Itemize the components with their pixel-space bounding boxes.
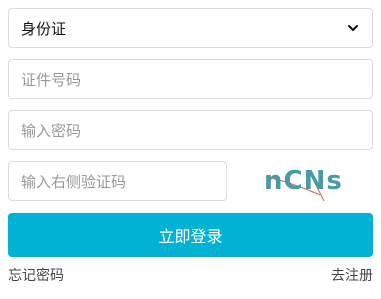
login-form: 身份证 证件号码 输入密码 输入右侧验证码 nCNs 立即登录 忘记密码 去注册 [0,0,381,299]
register-link[interactable]: 去注册 [331,265,373,285]
captcha-image[interactable]: nCNs [258,161,353,202]
captcha-text: nCNs [264,166,343,196]
captcha-input[interactable]: 输入右侧验证码 [8,161,227,201]
id-number-placeholder: 证件号码 [21,70,82,89]
forgot-password-link[interactable]: 忘记密码 [8,265,64,285]
login-button[interactable]: 立即登录 [8,213,373,257]
password-input[interactable]: 输入密码 [8,110,373,150]
id-type-selected-value: 身份证 [21,19,67,38]
password-placeholder: 输入密码 [21,121,82,140]
id-number-input[interactable]: 证件号码 [8,59,373,99]
captcha-placeholder: 输入右侧验证码 [21,172,127,191]
chevron-down-icon [346,21,360,35]
id-type-select[interactable]: 身份证 [8,8,373,48]
